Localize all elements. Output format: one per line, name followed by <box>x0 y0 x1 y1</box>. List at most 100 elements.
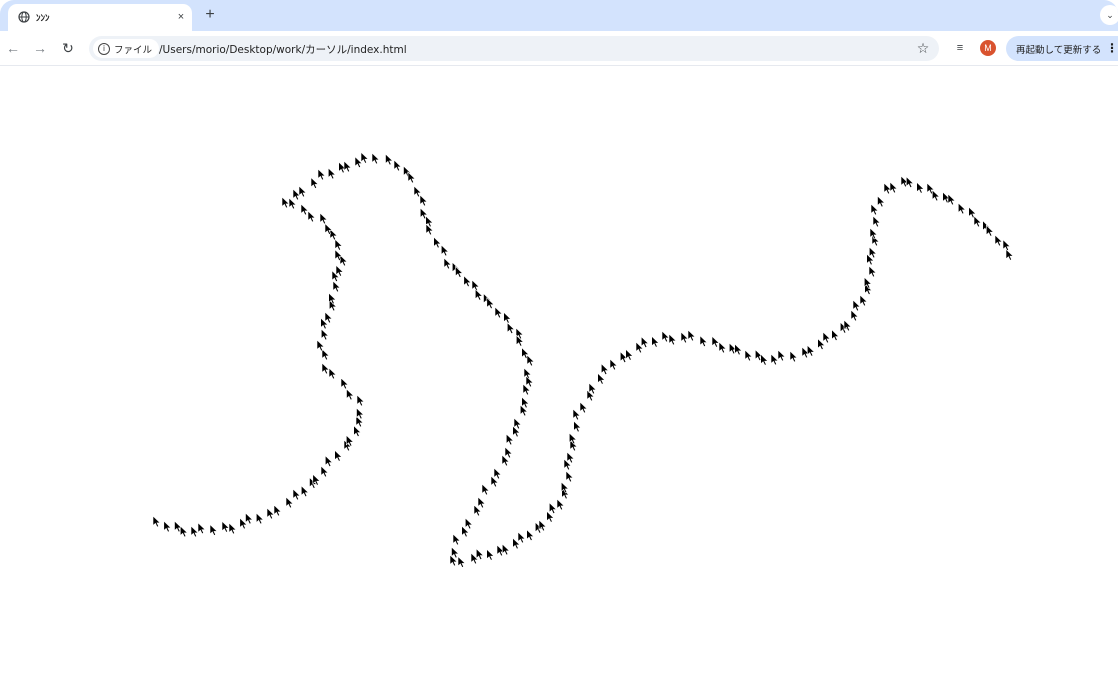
reload-button[interactable]: ↻ <box>57 37 79 59</box>
cursor-arrow-icon <box>572 408 581 421</box>
cursor-arrow-icon <box>300 485 309 498</box>
cursor-arrow-icon <box>292 488 301 501</box>
cursor-arrow-icon <box>994 234 1003 247</box>
cursor-arrow-icon <box>190 525 199 538</box>
cursor-arrow-icon <box>179 525 188 538</box>
forward-button[interactable]: → <box>29 37 51 59</box>
reading-list-icon[interactable]: ≡ <box>951 39 969 57</box>
cursor-arrow-icon <box>947 193 956 206</box>
cursor-arrow-icon <box>490 475 499 488</box>
back-button[interactable]: ← <box>2 37 24 59</box>
cursor-arrow-icon <box>501 543 510 556</box>
cursor-arrow-icon <box>340 377 349 390</box>
cursor-arrow-icon <box>565 470 574 483</box>
cursor-arrow-icon <box>718 341 727 354</box>
cursor-arrow-icon <box>579 401 588 414</box>
cursor-arrow-icon <box>273 504 282 517</box>
cursor-arrow-icon <box>486 297 495 310</box>
new-tab-button[interactable]: + <box>200 5 220 25</box>
cursor-arrow-icon <box>317 168 326 181</box>
cursor-arrow-icon <box>324 455 333 468</box>
cursor-arrow-icon <box>385 153 394 166</box>
close-tab-icon[interactable]: × <box>174 10 188 24</box>
browser-window: ﾝﾝﾝ × + ⌄ ← → ↻ i ファイル /Users/morio/Desk… <box>0 0 1118 696</box>
cursor-arrow-icon <box>521 396 530 409</box>
cursor-arrow-icon <box>789 350 798 363</box>
cursor-arrow-icon <box>255 512 264 525</box>
cursor-arrow-icon <box>433 236 442 249</box>
cursor-arrow-icon <box>321 362 330 375</box>
cursor-arrow-icon <box>285 496 294 509</box>
cursor-arrow-icon <box>877 195 886 208</box>
url-text[interactable]: /Users/morio/Desktop/work/カーソル/index.htm… <box>159 42 407 57</box>
cursor-arrow-icon <box>440 244 449 257</box>
site-info-chip[interactable]: i ファイル <box>93 39 160 58</box>
cursor-arrow-icon <box>501 454 510 467</box>
cursor-arrow-icon <box>831 329 840 342</box>
cursor-arrow-icon <box>328 367 337 380</box>
cursor-arrow-icon <box>806 344 815 357</box>
cursor-arrow-icon <box>1005 248 1014 261</box>
cursor-arrow-icon <box>513 417 522 430</box>
cursor-arrow-icon <box>905 176 914 189</box>
cursor-arrow-icon <box>310 177 319 189</box>
cursor-arrow-icon <box>770 353 779 366</box>
site-info-label: ファイル <box>114 44 153 56</box>
cursor-arrow-icon <box>407 171 416 184</box>
cursor-arrow-icon <box>957 202 966 215</box>
cursor-arrow-icon <box>661 330 670 343</box>
chevron-down-icon[interactable]: ⌄ <box>1100 5 1118 25</box>
cursor-arrow-icon <box>1002 239 1011 252</box>
bookmark-star-icon[interactable]: ☆ <box>914 39 932 57</box>
cursor-arrow-icon <box>457 556 466 568</box>
cursor-arrow-icon <box>197 522 206 535</box>
toolbar: ← → ↻ i ファイル /Users/morio/Desktop/work/カ… <box>0 31 1118 66</box>
cursor-arrow-icon <box>452 533 461 546</box>
cursor-arrow-icon <box>477 496 486 509</box>
cursor-arrow-icon <box>822 331 831 344</box>
cursor-arrow-icon <box>443 257 452 270</box>
cursor-arrow-icon <box>371 152 380 165</box>
cursor-arrow-icon <box>850 309 859 322</box>
cursor-arrow-icon <box>872 215 881 228</box>
address-bar[interactable]: i ファイル /Users/morio/Desktop/work/カーソル/in… <box>89 36 939 61</box>
cursor-arrow-icon <box>474 288 483 301</box>
cursor-arrow-icon <box>343 160 352 173</box>
cursor-arrow-icon <box>931 189 940 202</box>
cursor-arrow-icon <box>504 446 513 459</box>
cursor-arrow-icon <box>600 363 609 376</box>
cursor-arrow-icon <box>968 206 977 219</box>
cursor-arrow-icon <box>298 185 307 198</box>
cursor-arrow-icon <box>245 512 254 525</box>
page-content[interactable] <box>0 66 1118 696</box>
cursor-arrow-icon <box>221 520 230 533</box>
cursor-arrow-icon <box>332 280 341 293</box>
globe-icon <box>18 11 30 23</box>
cursor-arrow-icon <box>266 507 275 520</box>
cursor-arrow-icon <box>393 159 402 172</box>
cursor-arrow-icon <box>777 349 786 362</box>
cursor-arrow-icon <box>985 224 994 237</box>
cursor-arrow-icon <box>300 203 309 216</box>
cursor-arrow-icon <box>228 522 237 535</box>
cursor-arrow-icon <box>566 451 575 464</box>
cursor-arrow-icon <box>588 382 597 395</box>
cursor-arrow-icon <box>517 531 526 544</box>
menu-icon[interactable]: ⋮ <box>1106 39 1118 58</box>
tab-active[interactable]: ﾝﾝﾝ × <box>8 4 192 31</box>
cursor-arrow-icon <box>353 425 362 438</box>
relaunch-update-button[interactable]: 再起動して更新する ⋮ <box>1006 36 1118 61</box>
cursor-arrow-icon <box>360 151 369 164</box>
cursor-arrow-icon <box>419 194 428 207</box>
cursor-arrow-icon <box>288 197 297 210</box>
cursor-arrow-icon <box>869 227 878 240</box>
cursor-arrow-icon <box>889 181 898 194</box>
cursor-arrow-icon <box>651 335 660 348</box>
cursor-arrow-icon <box>668 333 677 346</box>
cursor-arrow-icon <box>522 383 531 396</box>
avatar[interactable]: M <box>980 40 996 56</box>
cursor-arrow-icon <box>475 548 484 561</box>
info-icon: i <box>98 42 110 55</box>
cursor-arrow-icon <box>451 546 460 559</box>
cursor-arrow-icon <box>463 275 472 288</box>
